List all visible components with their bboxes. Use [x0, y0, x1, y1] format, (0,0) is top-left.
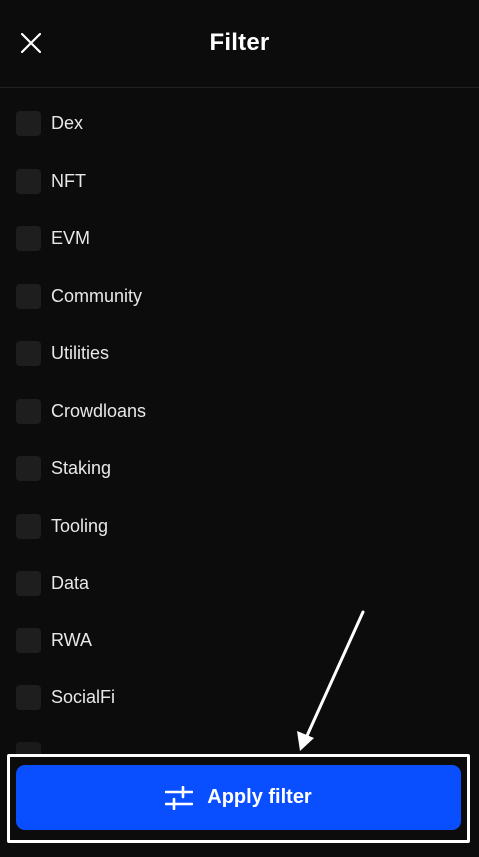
filter-option-socialfi[interactable]: SocialFi — [16, 683, 115, 711]
filter-option-label: EVM — [51, 228, 91, 248]
filter-option-rwa[interactable]: RWA — [16, 626, 92, 654]
filter-option-label: NFT — [51, 171, 86, 191]
page-title: Filter — [209, 29, 270, 56]
filter-option-label: Utilities — [51, 343, 110, 363]
filter-option-label: Community — [51, 286, 143, 306]
filter-option-label: Tooling — [51, 516, 109, 536]
checkbox[interactable] — [16, 283, 41, 309]
filter-option-label: RWA — [51, 630, 93, 650]
apply-filter-button[interactable]: Apply filter — [16, 765, 461, 830]
filter-option-label: Dex — [51, 113, 84, 133]
checkbox[interactable] — [16, 627, 41, 653]
checkbox[interactable] — [16, 168, 41, 194]
partially-hidden-checkbox[interactable] — [16, 742, 41, 754]
filter-option-tooling[interactable]: Tooling — [16, 512, 108, 540]
filter-option-staking[interactable]: Staking — [16, 454, 111, 482]
filter-option-community[interactable]: Community — [16, 282, 142, 310]
filter-option-crowdloans[interactable]: Crowdloans — [16, 397, 146, 425]
checkbox[interactable] — [16, 684, 41, 710]
filter-option-label: Staking — [51, 458, 112, 478]
filter-option-label: Data — [51, 573, 90, 593]
filter-option-evm[interactable]: EVM — [16, 224, 90, 252]
checkbox[interactable] — [16, 398, 41, 424]
checkbox[interactable] — [16, 455, 41, 481]
checkbox[interactable] — [16, 570, 41, 596]
filter-option-utilities[interactable]: Utilities — [16, 339, 109, 367]
filter-option-label: Crowdloans — [51, 401, 147, 421]
checkbox[interactable] — [16, 513, 41, 539]
checkbox[interactable] — [16, 225, 41, 251]
sliders-icon — [165, 785, 194, 810]
filter-option-dex[interactable]: Dex — [16, 109, 83, 137]
filter-option-nft[interactable]: NFT — [16, 167, 86, 195]
apply-filter-label: Apply filter — [207, 786, 312, 808]
filter-option-label: SocialFi — [51, 687, 116, 707]
checkbox[interactable] — [16, 340, 41, 366]
header: Filter — [0, 0, 479, 88]
filter-option-data[interactable]: Data — [16, 569, 89, 597]
checkbox[interactable] — [16, 110, 41, 136]
